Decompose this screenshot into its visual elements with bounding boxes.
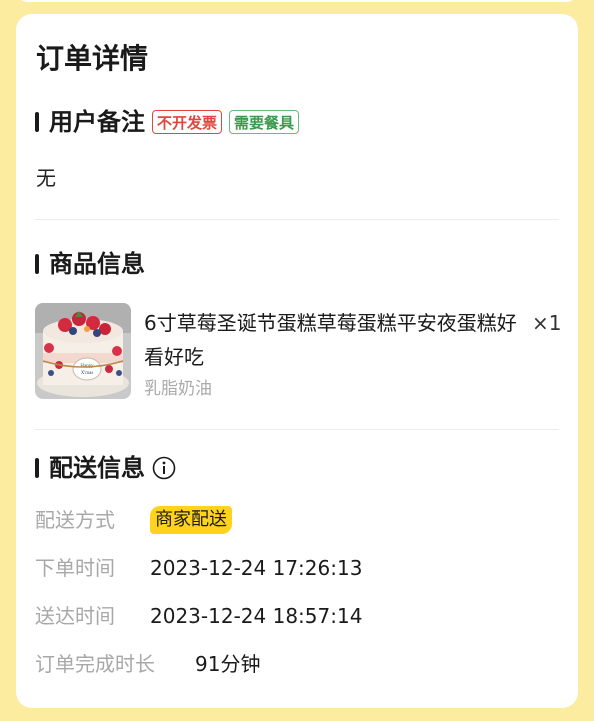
need-utensils-tag: 需要餐具 xyxy=(229,110,300,134)
order-detail-card: 订单详情 用户备注 不开发票 需要餐具 无 商品信息 Happy X'mas 6… xyxy=(16,14,578,708)
product-name[interactable]: 6寸草莓圣诞节蛋糕草莓蛋糕平安夜蛋糕好看好吃 xyxy=(144,306,522,374)
product-section-header: 商品信息 xyxy=(35,249,145,279)
completion-duration-label: 订单完成时长 xyxy=(35,652,155,676)
product-image[interactable]: Happy X'mas xyxy=(35,303,131,399)
arrival-time-label: 送达时间 xyxy=(35,604,115,628)
no-invoice-tag: 不开发票 xyxy=(152,110,223,134)
section-marker xyxy=(35,254,39,274)
svg-text:X'mas: X'mas xyxy=(81,371,94,376)
product-spec: 乳脂奶油 xyxy=(144,379,212,399)
divider xyxy=(35,429,559,430)
delivery-method-row: 配送方式 商家配送 xyxy=(35,505,232,535)
arrival-time-row: 送达时间 2023-12-24 18:57:14 xyxy=(35,601,362,631)
delivery-section-title: 配送信息 xyxy=(49,454,145,482)
remark-section-header: 用户备注 不开发票 需要餐具 xyxy=(35,107,300,137)
order-time-value: 2023-12-24 17:26:13 xyxy=(150,556,363,580)
cake-image: Happy X'mas xyxy=(35,303,131,399)
section-marker xyxy=(35,458,39,478)
page-title: 订单详情 xyxy=(36,42,149,75)
delivery-section-header: 配送信息 xyxy=(35,453,176,483)
delivery-method-badge: 商家配送 xyxy=(150,506,232,534)
info-icon[interactable] xyxy=(152,456,176,480)
arrival-time-value: 2023-12-24 18:57:14 xyxy=(150,604,363,628)
completion-duration-row: 订单完成时长 91分钟 xyxy=(35,649,260,679)
order-time-row: 下单时间 2023-12-24 17:26:13 xyxy=(35,553,362,583)
section-marker xyxy=(35,112,39,132)
remark-section-title: 用户备注 xyxy=(49,108,145,136)
divider xyxy=(35,219,559,220)
product-quantity: ×1 xyxy=(532,311,562,335)
completion-duration-value: 91分钟 xyxy=(195,652,261,676)
remark-text: 无 xyxy=(36,166,56,190)
previous-card-edge xyxy=(16,0,578,2)
product-section-title: 商品信息 xyxy=(49,250,145,278)
delivery-method-label: 配送方式 xyxy=(35,508,115,532)
order-time-label: 下单时间 xyxy=(35,556,115,580)
